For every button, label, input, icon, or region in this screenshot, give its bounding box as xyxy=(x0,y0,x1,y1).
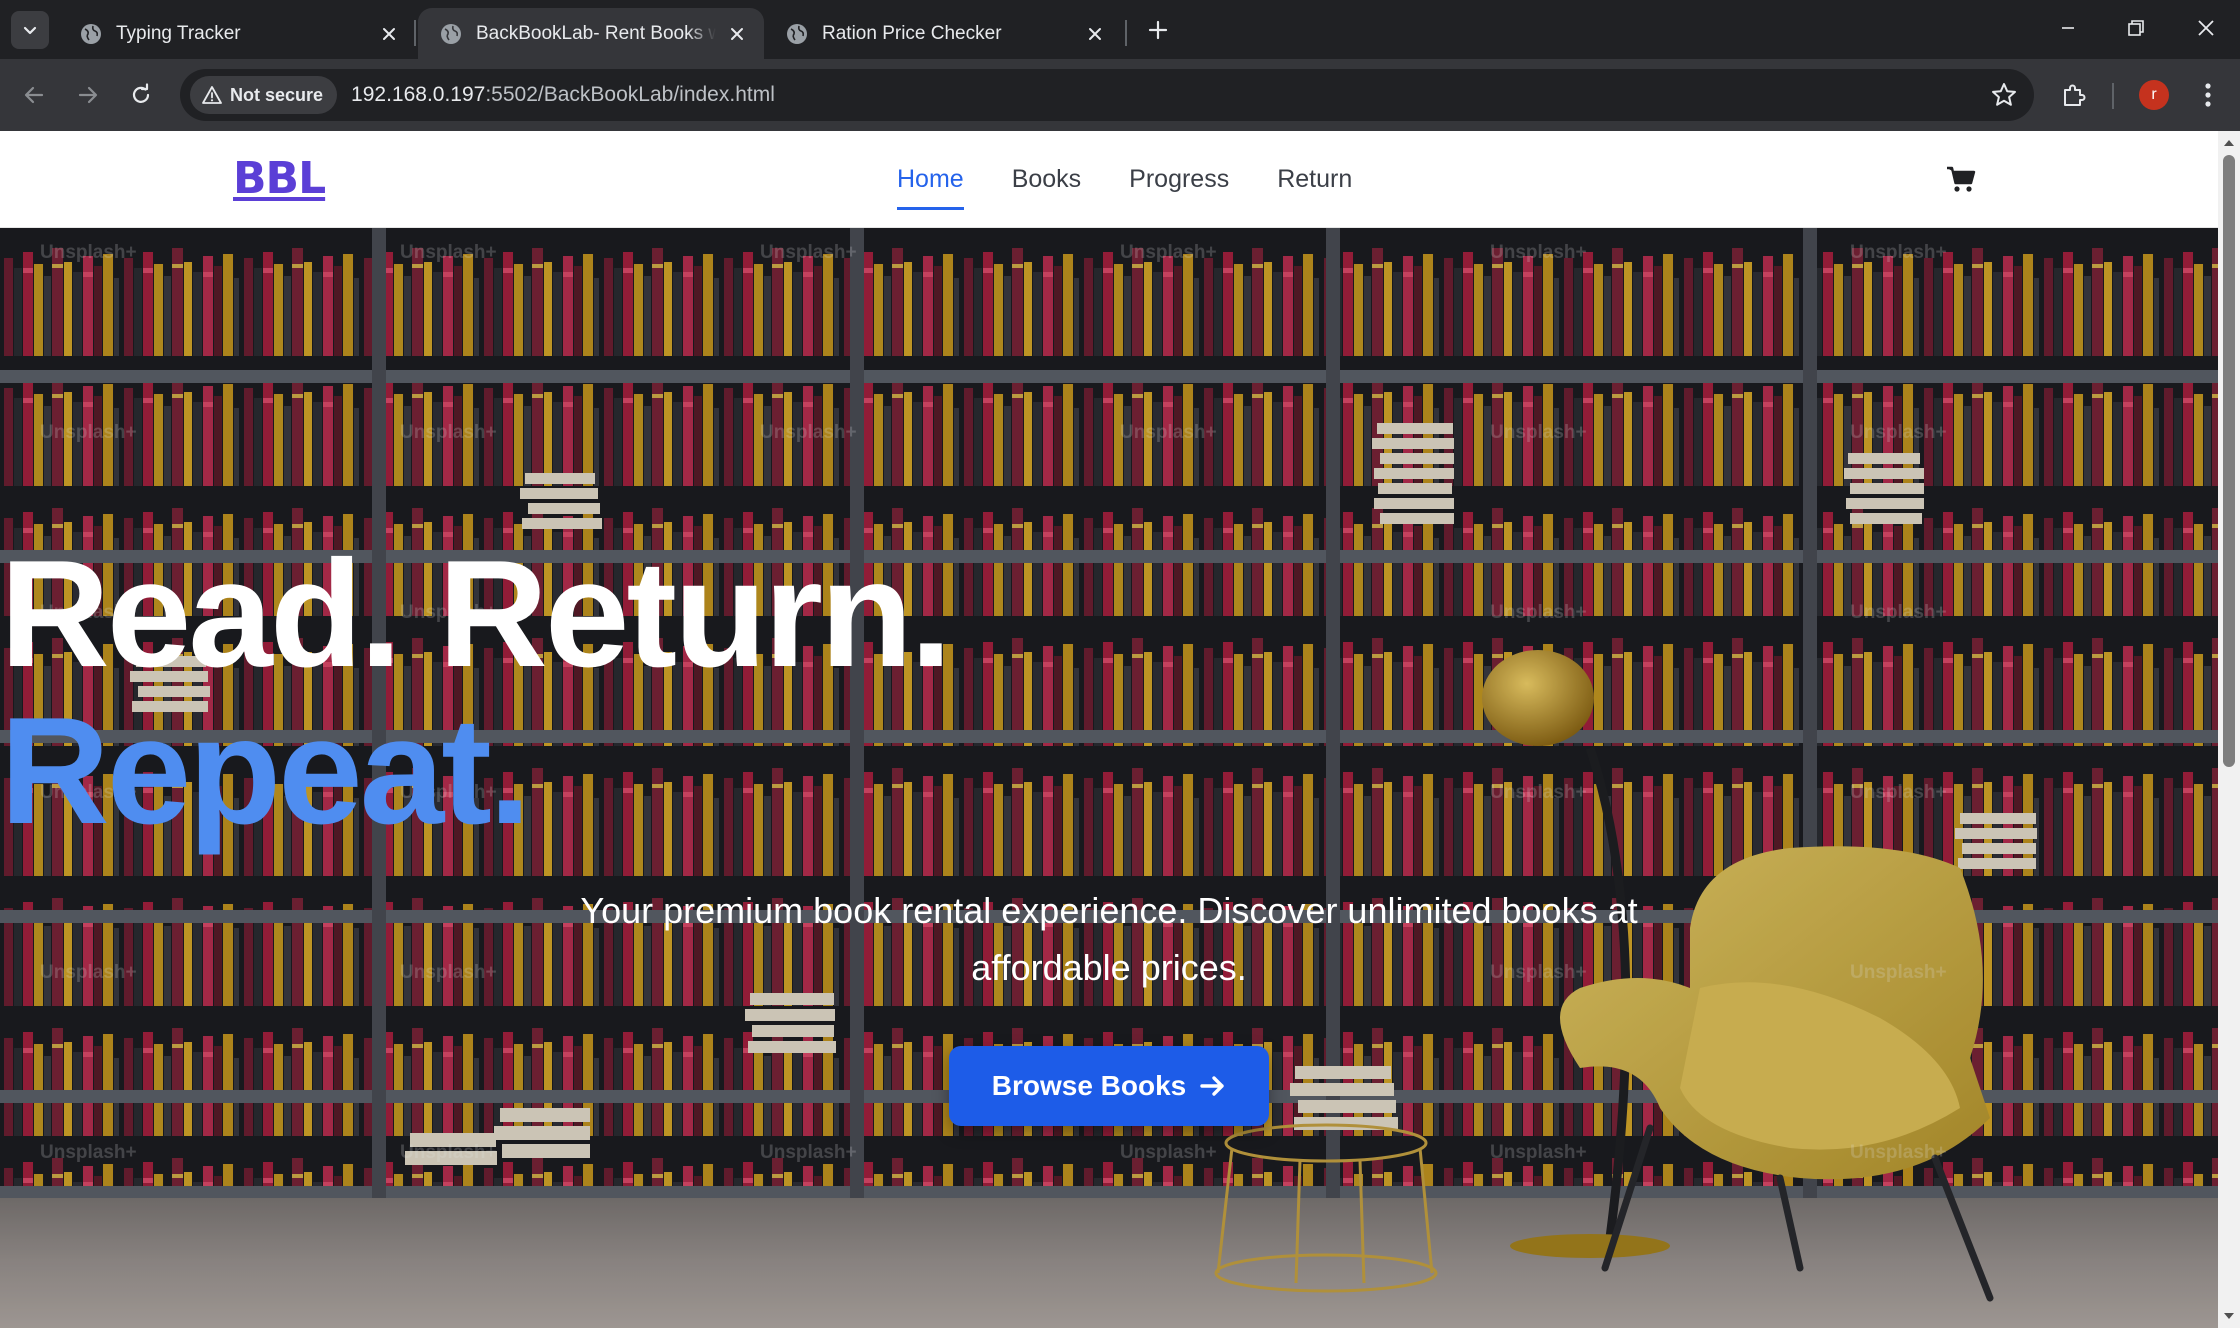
cart-icon[interactable] xyxy=(1946,165,1976,193)
scrollbar-thumb[interactable] xyxy=(2223,155,2235,767)
nav-books[interactable]: Books xyxy=(1012,157,1081,202)
arrow-right-icon xyxy=(1200,1076,1224,1096)
main-nav: Home Books Progress Return xyxy=(897,131,1352,228)
browse-books-button[interactable]: Browse Books xyxy=(949,1046,1269,1126)
chevron-down-icon xyxy=(23,26,37,35)
tab-title: Ration Price Checker xyxy=(822,22,1002,44)
hero-section: Unsplash+ Unsplash+ Unsplash+ Unsplash+ Unsp… xyxy=(0,228,2218,1328)
url-host: 192.168.0.197 xyxy=(351,83,486,106)
globe-icon xyxy=(787,23,807,44)
plus-icon xyxy=(1148,20,1168,40)
warning-icon xyxy=(202,86,222,104)
tab-typing-tracker[interactable]: Typing Tracker xyxy=(58,8,416,59)
browser-toolbar: Not secure 192.168.0.197:5502/BackBookLa… xyxy=(0,59,2240,131)
new-tab-button[interactable] xyxy=(1140,12,1176,48)
site-header: BBL Home Books Progress Return xyxy=(0,131,2218,228)
hero-subtitle: Your premium book rental experience. Dis… xyxy=(580,890,1638,988)
address-bar[interactable]: Not secure 192.168.0.197:5502/BackBookLa… xyxy=(180,69,2034,121)
puzzle-icon xyxy=(2064,84,2086,106)
tab-separator xyxy=(1125,20,1127,46)
hero-headline: Read. Return. xyxy=(0,529,952,699)
tab-title: BackBookLab- Rent Books with xyxy=(476,22,716,44)
scroll-down-arrow-icon[interactable] xyxy=(2223,1310,2235,1322)
hero-headline-accent: Repeat. xyxy=(0,686,531,856)
security-chip[interactable]: Not secure xyxy=(190,76,338,114)
bookmark-star-icon[interactable] xyxy=(1990,81,2018,109)
toolbar-separator xyxy=(2112,83,2114,109)
page-viewport: BBL Home Books Progress Return Unsplash+… xyxy=(0,131,2218,1328)
extensions-button[interactable] xyxy=(2052,73,2096,117)
tab-backbooklab[interactable]: BackBookLab- Rent Books with xyxy=(418,8,764,59)
nav-home[interactable]: Home xyxy=(897,157,964,210)
avatar: r xyxy=(2139,80,2169,110)
arrow-right-icon xyxy=(78,86,98,104)
profile-button[interactable]: r xyxy=(2132,73,2176,117)
restore-button[interactable] xyxy=(2110,8,2162,48)
globe-icon xyxy=(441,23,461,44)
forward-button[interactable] xyxy=(66,73,110,117)
more-vertical-icon xyxy=(2205,83,2211,107)
close-tab-icon[interactable] xyxy=(378,23,400,45)
nav-progress[interactable]: Progress xyxy=(1129,157,1229,202)
security-label: Not secure xyxy=(230,84,324,105)
back-button[interactable] xyxy=(12,73,56,117)
browse-books-label: Browse Books xyxy=(991,1070,1187,1101)
url-text[interactable]: 192.168.0.197:5502/BackBookLab/index.htm… xyxy=(351,83,775,107)
tab-search-button[interactable] xyxy=(11,11,49,49)
minimize-icon xyxy=(2062,27,2074,29)
close-tab-icon[interactable] xyxy=(726,23,748,45)
site-logo[interactable]: BBL xyxy=(233,153,326,204)
scroll-up-arrow-icon[interactable] xyxy=(2223,137,2235,149)
close-tab-icon[interactable] xyxy=(1084,23,1106,45)
tab-title: Typing Tracker xyxy=(116,22,241,44)
page-scrollbar[interactable] xyxy=(2218,131,2240,1328)
tab-separator xyxy=(414,20,416,46)
reload-button[interactable] xyxy=(119,73,163,117)
close-icon xyxy=(2198,20,2214,36)
arrow-left-icon xyxy=(24,86,44,104)
browser-tab-bar: Typing Tracker BackBookLab- Rent Books w… xyxy=(0,0,2240,59)
minimize-button[interactable] xyxy=(2042,8,2094,48)
nav-return[interactable]: Return xyxy=(1277,157,1352,202)
menu-button[interactable] xyxy=(2186,73,2230,117)
close-window-button[interactable] xyxy=(2180,8,2232,48)
reload-icon xyxy=(132,83,150,103)
url-path: :5502/BackBookLab/index.html xyxy=(485,83,775,106)
restore-icon xyxy=(2128,20,2144,36)
globe-icon xyxy=(81,23,101,44)
tab-ration-price-checker[interactable]: Ration Price Checker xyxy=(764,8,1122,59)
